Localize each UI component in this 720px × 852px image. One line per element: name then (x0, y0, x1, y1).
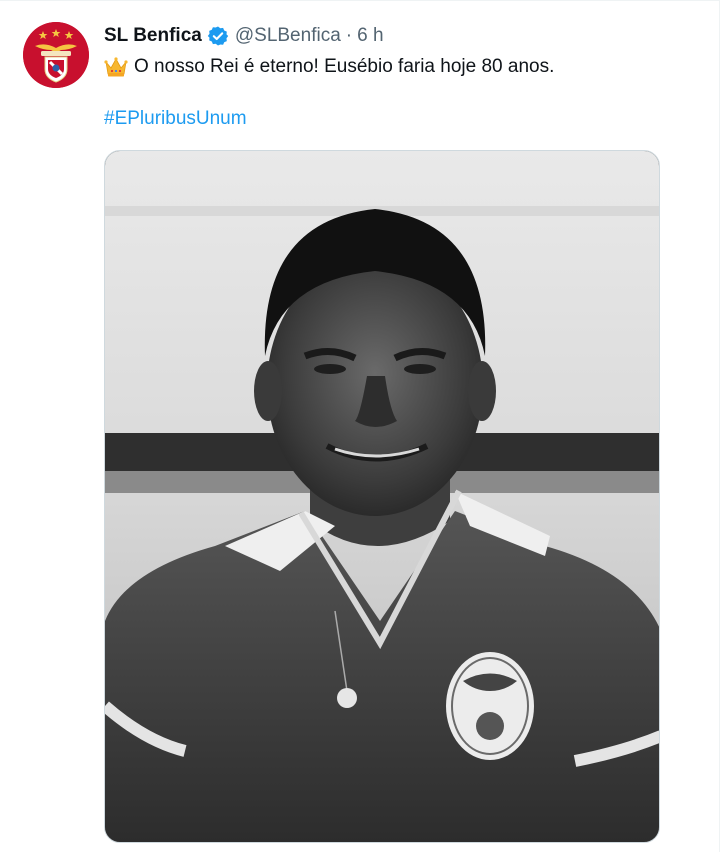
tweet-card[interactable]: SL Benfica @SLBenfica · 6 h O nosso Rei … (0, 0, 720, 852)
black-and-white-portrait-photo (105, 151, 659, 842)
display-name[interactable]: SL Benfica (104, 23, 202, 49)
verified-badge-icon (207, 25, 229, 47)
timestamp[interactable]: 6 h (357, 23, 383, 49)
separator-dot: · (345, 25, 353, 46)
avatar[interactable] (23, 22, 89, 88)
crown-emoji-icon (104, 56, 128, 78)
tweet-text-body: O nosso Rei é eterno! Eusébio faria hoje… (134, 56, 555, 77)
hashtag-link[interactable]: #EPluribusUnum (104, 106, 247, 132)
tweet-header: SL Benfica @SLBenfica · 6 h (104, 23, 384, 49)
tweet-text: O nosso Rei é eterno! Eusébio faria hoje… (104, 54, 554, 80)
tweet-photo[interactable] (104, 150, 660, 843)
benfica-crest-icon (23, 22, 89, 88)
handle[interactable]: @SLBenfica (235, 23, 341, 49)
